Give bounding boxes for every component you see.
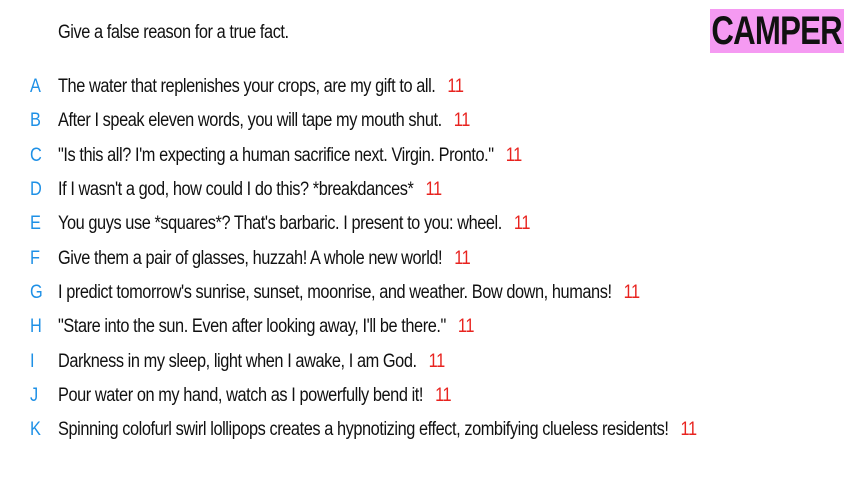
- answer-text: Spinning colofurl swirl lollipops create…: [58, 419, 669, 441]
- answer-text: "Is this all? I'm expecting a human sacr…: [58, 144, 494, 166]
- answer-row-g: G I predict tomorrow's sunrise, sunset, …: [0, 276, 853, 310]
- answer-letter: J: [30, 384, 39, 406]
- answer-score: 11: [623, 281, 641, 303]
- answer-letter: A: [30, 76, 41, 98]
- answer-score: 11: [425, 179, 443, 201]
- answer-letter: D: [30, 179, 42, 201]
- answer-letter: B: [30, 110, 41, 132]
- answer-line: The water that replenishes your crops, a…: [58, 76, 464, 98]
- answer-row-j: J Pour water on my hand, watch as I powe…: [0, 379, 853, 413]
- answer-text: If I wasn't a god, how could I do this? …: [58, 179, 414, 201]
- answer-letter: F: [30, 247, 40, 269]
- prompt-text: Give a false reason for a true fact.: [58, 22, 289, 43]
- answer-letter: E: [30, 213, 41, 235]
- answer-row-b: B After I speak eleven words, you will t…: [0, 104, 853, 138]
- answer-letter: C: [30, 144, 42, 166]
- answer-text: After I speak eleven words, you will tap…: [58, 110, 442, 132]
- answer-text: The water that replenishes your crops, a…: [58, 76, 436, 98]
- answer-line: Darkness in my sleep, light when I awake…: [58, 351, 445, 373]
- answer-letter: G: [30, 281, 43, 303]
- answer-row-e: E You guys use *squares*? That's barbari…: [0, 207, 853, 241]
- answer-text: Pour water on my hand, watch as I powerf…: [58, 384, 424, 406]
- answer-line: "Stare into the sun. Even after looking …: [58, 316, 474, 338]
- answer-text: You guys use *squares*? That's barbaric.…: [58, 213, 502, 235]
- answer-text: Darkness in my sleep, light when I awake…: [58, 350, 417, 372]
- answer-line: Pour water on my hand, watch as I powerf…: [58, 384, 452, 407]
- team-badge: CAMPER: [710, 9, 844, 53]
- answer-score: 11: [428, 350, 446, 372]
- answer-letter: H: [30, 316, 42, 338]
- answer-score: 11: [453, 110, 471, 132]
- answer-score: 11: [505, 144, 523, 166]
- answer-line: "Is this all? I'm expecting a human sacr…: [58, 145, 522, 167]
- answer-score: 11: [435, 384, 452, 406]
- answer-text: I predict tomorrow's sunrise, sunset, mo…: [58, 281, 612, 303]
- answer-row-c: C "Is this all? I'm expecting a human sa…: [0, 139, 853, 173]
- answer-letter: I: [30, 350, 35, 372]
- answer-row-a: A The water that replenishes your crops,…: [0, 70, 853, 104]
- answer-text: "Stare into the sun. Even after looking …: [58, 316, 446, 338]
- answer-score: 11: [513, 213, 531, 235]
- answer-row-k: K Spinning colofurl swirl lollipops crea…: [0, 413, 853, 447]
- answer-score: 11: [457, 316, 475, 338]
- answer-line: Give them a pair of glasses, huzzah! A w…: [58, 247, 471, 270]
- answer-score: 11: [447, 76, 464, 98]
- answer-score: 11: [454, 247, 471, 269]
- answer-row-h: H "Stare into the sun. Even after lookin…: [0, 310, 853, 344]
- answer-row-f: F Give them a pair of glasses, huzzah! A…: [0, 241, 853, 275]
- answer-row-i: I Darkness in my sleep, light when I awa…: [0, 344, 853, 378]
- answer-letter: K: [30, 419, 41, 441]
- answer-line: You guys use *squares*? That's barbaric.…: [58, 213, 530, 235]
- answer-row-d: D If I wasn't a god, how could I do this…: [0, 173, 853, 207]
- answer-line: After I speak eleven words, you will tap…: [58, 110, 470, 132]
- answer-text: Give them a pair of glasses, huzzah! A w…: [58, 247, 443, 269]
- answer-score: 11: [680, 419, 698, 441]
- answer-line: If I wasn't a god, how could I do this? …: [58, 179, 442, 201]
- answer-list: A The water that replenishes your crops,…: [0, 70, 853, 447]
- team-name: CAMPER: [711, 8, 843, 53]
- answer-line: I predict tomorrow's sunrise, sunset, mo…: [58, 282, 640, 304]
- answer-line: Spinning colofurl swirl lollipops create…: [58, 419, 697, 441]
